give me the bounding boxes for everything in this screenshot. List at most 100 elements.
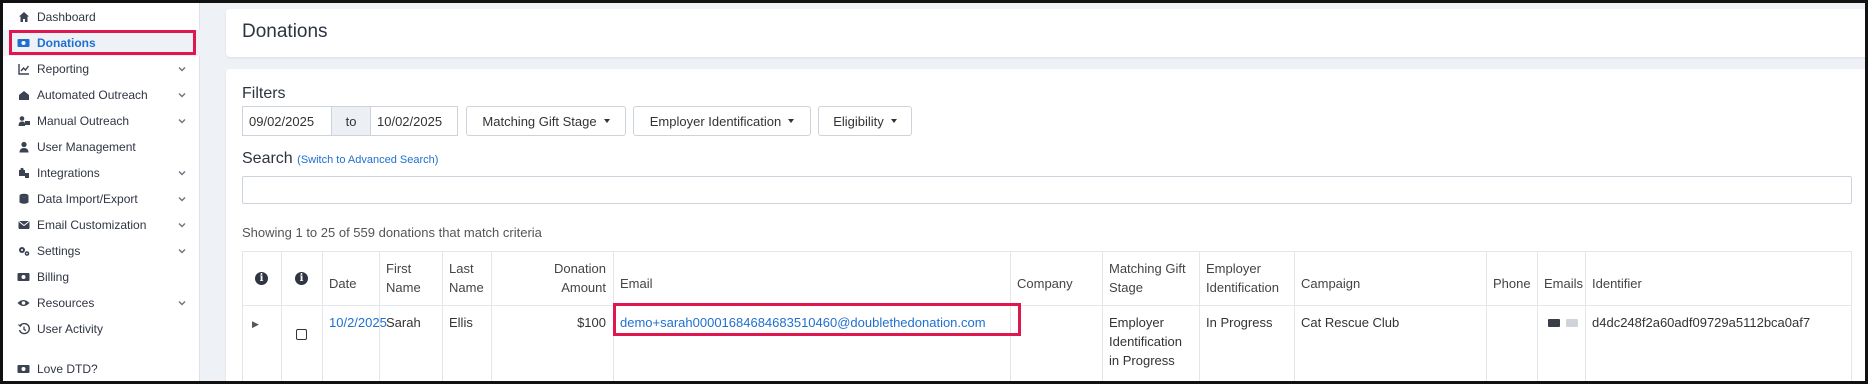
inbox-icon [17,89,30,102]
sidebar-item-label: Love DTD? [37,362,98,376]
filters-label: Filters [242,85,286,102]
search-label: Search (Switch to Advanced Search) [242,150,438,168]
cell-identifier: d4dc248f2a60adf09729a5112bca0af7 [1592,315,1811,330]
sidebar: Dashboard Donations Reporting Automated … [3,3,200,381]
sidebar-item-label: Settings [37,244,81,258]
donations-panel: Filters 09/02/2025 to 10/02/2025 Matchin… [226,69,1865,381]
header-company[interactable]: Company [1010,261,1102,305]
sidebar-item-label: Email Customization [37,218,147,232]
header-emails[interactable]: Emails [1537,261,1585,305]
sidebar-item-label: Automated Outreach [37,88,148,102]
employer-identification-dropdown[interactable]: Employer Identification [633,106,811,136]
header-campaign[interactable]: Campaign [1294,261,1486,305]
header-last-name[interactable]: Last Name [442,251,491,305]
header-employer-identification[interactable]: Employer Identification [1199,251,1294,305]
advanced-search-link[interactable]: (Switch to Advanced Search) [297,154,438,166]
home-icon [17,11,30,24]
page-header: Donations [226,9,1865,57]
caret-down-icon [788,119,795,123]
sidebar-item-donations[interactable]: Donations [3,30,200,56]
header-donation-amount[interactable]: Donation Amount [491,251,613,305]
sidebar-item-label: Dashboard [37,10,96,24]
header-identifier[interactable]: Identifier [1585,261,1851,305]
sidebar-item-manual-outreach[interactable]: Manual Outreach [3,108,200,134]
sidebar-item-label: Integrations [37,166,100,180]
search-title: Search [242,150,293,167]
expand-row-icon[interactable]: ▶ [252,315,259,334]
header-phone[interactable]: Phone [1486,261,1537,305]
matching-gift-stage-dropdown[interactable]: Matching Gift Stage [466,106,626,136]
sidebar-item-automated-outreach[interactable]: Automated Outreach [3,82,200,108]
donations-icon [17,363,30,376]
gears-icon [17,245,30,258]
chevron-down-icon [178,249,186,254]
info-icon[interactable]: i [295,271,308,285]
dropdown-label: Matching Gift Stage [482,113,597,129]
select-column-header: i [281,251,322,305]
cell-email[interactable]: demo+sarah000016846846835​10460@doubleth… [620,313,986,332]
chevron-down-icon [178,67,186,72]
sidebar-item-resources[interactable]: Resources [3,290,200,316]
chevron-down-icon [178,171,186,176]
date-separator: to [332,106,370,136]
user-mail-icon [17,115,30,128]
info-icon[interactable]: i [255,271,268,285]
search-input[interactable] [242,176,1852,204]
sidebar-item-user-activity[interactable]: User Activity [3,316,200,342]
sidebar-item-label: Data Import/Export [37,192,138,206]
eye-icon [17,297,30,310]
cell-campaign: Cat Rescue Club [1301,315,1400,330]
cell-last-name: Ellis [449,315,473,330]
sidebar-item-label: Reporting [37,62,90,76]
sidebar-item-label: Manual Outreach [37,114,130,128]
sidebar-item-dashboard[interactable]: Dashboard [3,4,200,30]
sidebar-item-billing[interactable]: Billing [3,264,200,290]
header-date[interactable]: Date [322,261,379,305]
sidebar-item-label: Resources [37,296,95,310]
row-select-checkbox[interactable] [296,329,307,340]
sidebar-item-data-import-export[interactable]: Data Import/Export [3,186,200,212]
cell-date[interactable]: 10/2/2025 [329,313,387,332]
envelope-icon [17,219,30,232]
expand-column-header: i [242,251,281,305]
header-first-name[interactable]: First Name [379,251,442,305]
sidebar-item-email-customization[interactable]: Email Customization [3,212,200,238]
puzzle-icon [17,167,30,180]
email-pending-icon[interactable] [1566,319,1578,327]
chart-icon [17,63,30,76]
cell-donation-amount: $100 [577,315,606,330]
sidebar-item-label: Donations [37,36,96,50]
sidebar-item-label: User Activity [37,322,104,336]
eligibility-dropdown[interactable]: Eligibility [818,106,912,136]
dropdown-label: Eligibility [833,113,884,129]
results-summary: Showing 1 to 25 of 559 donations that ma… [242,225,542,240]
caret-down-icon [603,119,610,123]
database-icon [17,193,30,206]
sidebar-item-settings[interactable]: Settings [3,238,200,264]
billing-icon [17,271,30,284]
date-from-input[interactable]: 09/02/2025 [242,106,332,136]
sidebar-item-label: User Management [37,140,136,154]
caret-down-icon [890,119,897,123]
chevron-down-icon [178,223,186,228]
page-title: Donations [242,21,328,42]
donations-icon [17,37,30,50]
date-to-input[interactable]: 10/02/2025 [370,106,458,136]
email-sent-icon[interactable] [1548,319,1560,327]
header-email[interactable]: Email [613,261,1010,305]
dropdown-label: Employer Identification [649,113,782,129]
cell-first-name: Sarah [386,315,421,330]
cell-employer-identification: In Progress [1206,315,1273,330]
table-border-right [1851,251,1852,381]
table-header-divider [242,305,1852,306]
sidebar-item-love-dtd[interactable]: Love DTD? [3,356,200,381]
chevron-down-icon [178,119,186,124]
sidebar-item-user-management[interactable]: User Management [3,134,200,160]
chevron-down-icon [178,93,186,98]
sidebar-item-reporting[interactable]: Reporting [3,56,200,82]
user-icon [17,141,30,154]
header-matching-gift-stage[interactable]: Matching Gift Stage [1102,251,1199,305]
cell-matching-gift-stage: Employer Identification in Progress [1109,315,1182,368]
sidebar-item-integrations[interactable]: Integrations [3,160,200,186]
chevron-down-icon [178,197,186,202]
